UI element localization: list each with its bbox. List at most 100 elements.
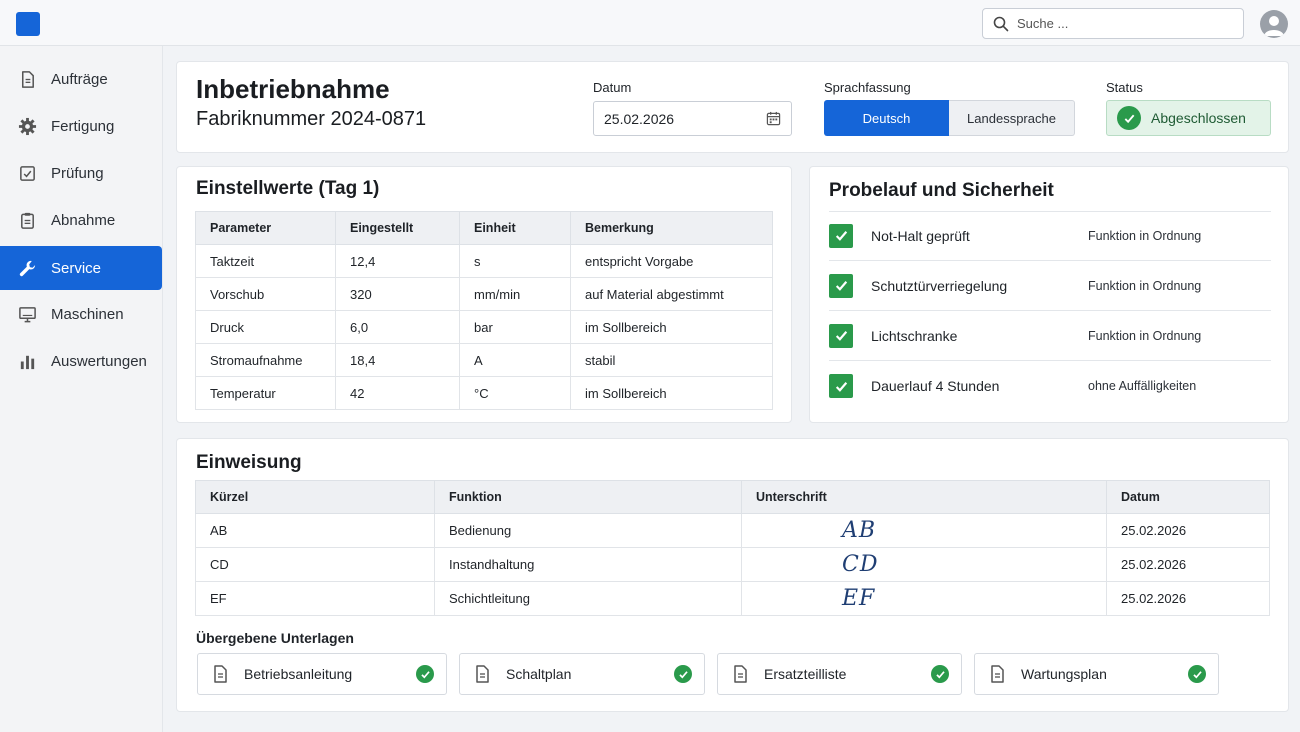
document-label: Betriebsanleitung <box>244 666 353 682</box>
cell-value: 6,0 <box>335 310 460 344</box>
user-avatar[interactable] <box>1260 10 1288 38</box>
cell-function: Bedienung <box>434 513 742 548</box>
cell-parameter: Vorschub <box>195 277 336 311</box>
sidebar-item-label: Auswertungen <box>51 352 147 370</box>
trial-item[interactable]: Dauerlauf 4 Stunden ohne Auffälligkeiten <box>829 361 1271 411</box>
language-label: Sprachfassung <box>824 80 911 95</box>
settings-table: Parameter Eingestellt Einheit Bemerkung … <box>195 211 773 410</box>
search-input[interactable] <box>1017 16 1217 31</box>
checked-checkbox-icon[interactable] <box>829 374 853 398</box>
cell-date: 25.02.2026 <box>1106 547 1270 582</box>
instruction-table: Kürzel Funktion Unterschrift Datum AB Be… <box>195 480 1270 616</box>
sidebar-item-label: Maschinen <box>51 305 124 323</box>
column-header: Eingestellt <box>335 211 460 245</box>
language-option-deutsch[interactable]: Deutsch <box>824 100 949 136</box>
cell-parameter: Taktzeit <box>195 244 336 278</box>
cell-parameter: Druck <box>195 310 336 344</box>
table-row: Vorschub 320 mm/min auf Material abgesti… <box>195 277 773 311</box>
checked-checkbox-icon[interactable] <box>829 323 853 348</box>
document-item[interactable]: Ersatzteilliste <box>717 653 962 695</box>
document-icon <box>21 70 34 88</box>
cell-value: 18,4 <box>335 343 460 377</box>
sidebar-item-label: Aufträge <box>51 70 108 88</box>
trial-item[interactable]: Not-Halt geprüft Funktion in Ordnung <box>829 211 1271 261</box>
cell-signature: CD <box>741 547 1107 582</box>
table-row: CD Instandhaltung CD 25.02.2026 <box>195 547 1270 582</box>
cell-remark: entspricht Vorgabe <box>570 244 773 278</box>
cell-remark: im Sollbereich <box>570 310 773 344</box>
table-row: Druck 6,0 bar im Sollbereich <box>195 310 773 344</box>
instruction-header-row: Kürzel Funktion Unterschrift Datum <box>195 480 1270 514</box>
sidebar-item-pruefung[interactable]: Prüfung <box>0 151 162 195</box>
date-input[interactable]: 25.02.2026 <box>593 101 792 136</box>
language-toggle: Deutsch Landessprache <box>824 100 1075 136</box>
page-title: Inbetriebnahme <box>196 74 390 104</box>
cell-signature: AB <box>741 513 1107 548</box>
date-label: Datum <box>593 80 632 95</box>
settings-header-row: Parameter Eingestellt Einheit Bemerkung <box>195 211 773 245</box>
column-header: Funktion <box>434 480 742 514</box>
date-value: 25.02.2026 <box>604 110 675 127</box>
cell-remark: stabil <box>570 343 773 377</box>
monitor-icon <box>19 306 36 322</box>
cell-parameter: Temperatur <box>195 376 336 410</box>
clipboard-icon <box>21 212 34 229</box>
trial-item[interactable]: Lichtschranke Funktion in Ordnung <box>829 311 1271 361</box>
cell-remark: im Sollbereich <box>570 376 773 410</box>
cell-code: EF <box>195 581 435 616</box>
sidebar-item-fertigung[interactable]: Fertigung <box>0 104 162 148</box>
calendar-icon[interactable] <box>766 111 781 126</box>
document-item[interactable]: Schaltplan <box>459 653 705 695</box>
signature: AB <box>842 518 877 543</box>
sidebar-item-auftraege[interactable]: Aufträge <box>0 57 162 101</box>
cell-code: CD <box>195 547 435 582</box>
document-icon <box>214 665 227 683</box>
bar-chart-icon <box>20 355 35 369</box>
trial-item[interactable]: Schutztürverriegelung Funktion in Ordnun… <box>829 261 1271 311</box>
check-circle-icon <box>674 665 692 683</box>
table-row: Taktzeit 12,4 s entspricht Vorgabe <box>195 244 773 278</box>
column-header: Einheit <box>459 211 571 245</box>
status-label: Status <box>1106 80 1143 95</box>
checked-checkbox-icon[interactable] <box>829 273 853 298</box>
cell-value: 320 <box>335 277 460 311</box>
search-icon <box>993 16 1009 31</box>
settings-title: Einstellwerte (Tag 1) <box>196 178 380 199</box>
sidebar-item-abnahme[interactable]: Abnahme <box>0 198 162 242</box>
sidebar-item-label: Abnahme <box>51 211 116 229</box>
cell-date: 25.02.2026 <box>1106 581 1270 616</box>
sidebar-item-maschinen[interactable]: Maschinen <box>0 292 162 336</box>
app-logo[interactable] <box>16 12 40 36</box>
cell-unit: s <box>459 244 571 278</box>
cell-remark: auf Material abgestimmt <box>570 277 773 311</box>
checked-checkbox-icon[interactable] <box>829 223 853 248</box>
cell-date: 25.02.2026 <box>1106 513 1270 548</box>
table-row: EF Schichtleitung EF 25.02.2026 <box>195 581 1270 616</box>
gear-icon <box>18 117 37 135</box>
sidebar-item-auswertungen[interactable]: Auswertungen <box>0 339 162 383</box>
document-item[interactable]: Betriebsanleitung <box>197 653 447 695</box>
document-item[interactable]: Wartungsplan <box>974 653 1219 695</box>
document-label: Schaltplan <box>506 666 572 682</box>
search-box[interactable] <box>982 8 1244 39</box>
trial-item-label: Schutztürverriegelung <box>871 277 1008 294</box>
trial-item-label: Dauerlauf 4 Stunden <box>871 378 1000 394</box>
language-option-landessprache[interactable]: Landessprache <box>949 100 1075 136</box>
column-header: Parameter <box>195 211 336 245</box>
sidebar-item-label: Service <box>51 259 102 277</box>
cell-value: 42 <box>335 376 460 410</box>
trial-item-result: Funktion in Ordnung <box>1088 278 1202 293</box>
trial-item-result: ohne Auffälligkeiten <box>1088 379 1197 393</box>
table-row: Stromaufnahme 18,4 A stabil <box>195 343 773 377</box>
cell-unit: A <box>459 343 571 377</box>
sidebar: Aufträge Fertigung Prüfung Abnahme Servi… <box>0 46 163 732</box>
cell-unit: °C <box>459 376 571 410</box>
sidebar-item-label: Prüfung <box>51 164 104 182</box>
trial-title: Probelauf und Sicherheit <box>829 180 1054 201</box>
sidebar-item-service[interactable]: Service <box>0 246 162 290</box>
cell-unit: bar <box>459 310 571 344</box>
table-row: AB Bedienung AB 25.02.2026 <box>195 513 1270 548</box>
wrench-icon <box>19 260 36 276</box>
sidebar-item-label: Fertigung <box>51 117 115 135</box>
document-icon <box>991 665 1004 683</box>
